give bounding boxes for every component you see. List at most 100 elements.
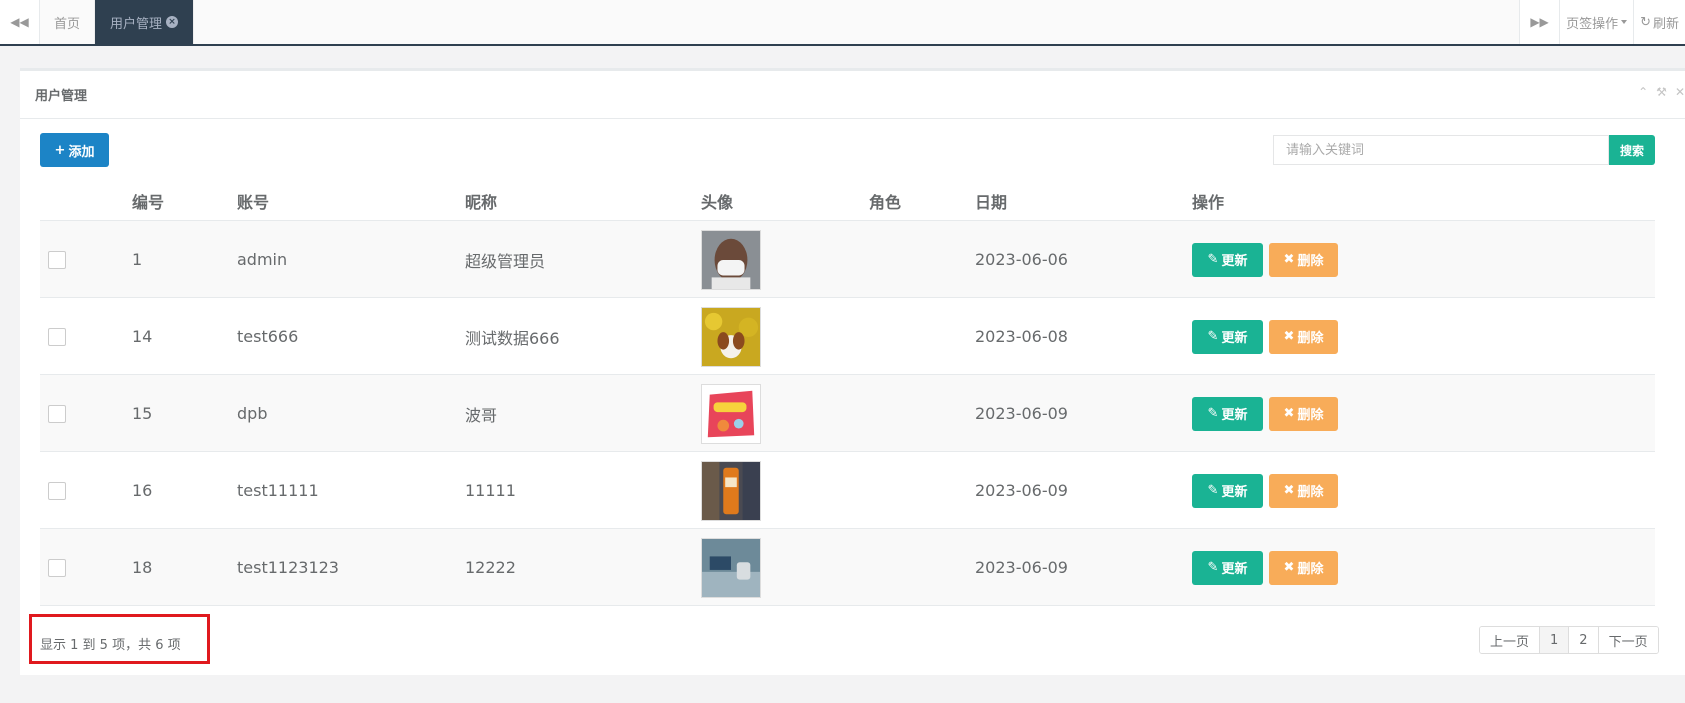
- column-header-account[interactable]: 账号: [237, 181, 269, 221]
- update-label: 更新: [1221, 485, 1248, 500]
- update-label: 更新: [1221, 254, 1248, 269]
- cell-date: 2023-06-06: [975, 250, 1068, 269]
- pagination: 上一页 1 2 下一页: [1479, 626, 1659, 654]
- delete-button[interactable]: ✖ 删除: [1269, 473, 1338, 508]
- update-button[interactable]: ✎ 更新: [1192, 242, 1263, 277]
- tab-home[interactable]: 首页: [40, 0, 96, 44]
- update-label: 更新: [1221, 331, 1248, 346]
- cell-nickname: 超级管理员: [465, 251, 546, 271]
- edit-icon: ✎: [1207, 406, 1219, 421]
- cell-nickname: 波哥: [465, 405, 498, 425]
- prev-page-button[interactable]: 上一页: [1480, 627, 1541, 653]
- cell-account: dpb: [237, 404, 268, 423]
- cell-nickname: 11111: [465, 481, 516, 500]
- tab-label: 首页: [54, 16, 81, 32]
- cell-date: 2023-06-09: [975, 481, 1068, 500]
- edit-icon: ✎: [1207, 560, 1219, 575]
- next-page-button[interactable]: 下一页: [1598, 627, 1658, 653]
- wrench-icon[interactable]: ⚒: [1656, 85, 1667, 99]
- edit-icon: ✎: [1207, 483, 1219, 498]
- update-button[interactable]: ✎ 更新: [1192, 396, 1263, 431]
- refresh-label: 刷新: [1652, 16, 1679, 32]
- search-button[interactable]: 搜索: [1609, 135, 1655, 165]
- table-row: 16 test11111 11111 2023-06-09 ✎ 更新 ✖ 删除: [40, 452, 1655, 529]
- tab-operations-label: 页签操作: [1566, 16, 1619, 32]
- delete-label: 删除: [1297, 254, 1324, 269]
- cell-date: 2023-06-09: [975, 558, 1068, 577]
- avatar-image: [701, 460, 761, 521]
- delete-button[interactable]: ✖ 删除: [1269, 242, 1338, 277]
- page-button-1[interactable]: 1: [1540, 627, 1570, 653]
- column-header-id[interactable]: 编号: [132, 181, 164, 221]
- row-checkbox[interactable]: [48, 250, 66, 269]
- row-checkbox[interactable]: [48, 481, 66, 500]
- plus-icon: +: [54, 142, 66, 158]
- times-icon: ✖: [1283, 483, 1295, 498]
- delete-button[interactable]: ✖ 删除: [1269, 550, 1338, 585]
- cell-nickname: 12222: [465, 558, 516, 577]
- update-button[interactable]: ✎ 更新: [1192, 473, 1263, 508]
- double-chevron-right-icon: ▶▶: [1530, 15, 1549, 29]
- close-icon[interactable]: ✕: [1675, 85, 1685, 99]
- avatar-image: [701, 537, 761, 598]
- search-button-label: 搜索: [1619, 143, 1644, 158]
- table-row: 18 test1123123 12222 2023-06-09 ✎ 更新 ✖ 删除: [40, 529, 1655, 606]
- delete-label: 删除: [1297, 562, 1324, 577]
- add-button[interactable]: + 添加: [40, 133, 109, 167]
- table-row: 14 test666 测试数据666 2023-06-08 ✎ 更新 ✖ 删除: [40, 298, 1655, 375]
- column-header-actions: 操作: [1192, 193, 1225, 212]
- row-checkbox[interactable]: [48, 404, 66, 423]
- tabs-scroll-left-button[interactable]: ◀◀: [0, 0, 40, 44]
- cell-account: admin: [237, 250, 288, 269]
- cell-account: test1123123: [237, 558, 339, 577]
- delete-label: 删除: [1297, 485, 1324, 500]
- user-table: 编号 账号 昵称 头像 角色 日期 操作 1 admin 超级管理员 2023-…: [40, 181, 1655, 606]
- update-button[interactable]: ✎ 更新: [1192, 550, 1263, 585]
- cell-id: 16: [132, 481, 153, 500]
- update-button[interactable]: ✎ 更新: [1192, 319, 1263, 354]
- cell-account: test666: [237, 327, 299, 346]
- cell-id: 18: [132, 558, 153, 577]
- search-input[interactable]: [1273, 135, 1609, 165]
- cell-account: test11111: [237, 481, 319, 500]
- table-row: 1 admin 超级管理员 2023-06-06 ✎ 更新 ✖ 删除: [40, 221, 1655, 298]
- user-management-panel: 用户管理 ⌃ ⚒ ✕ + 添加 搜索 编号 账号 昵称 头像 角色 日期 操作 …: [20, 68, 1685, 675]
- delete-button[interactable]: ✖ 删除: [1269, 319, 1338, 354]
- panel-title: 用户管理: [35, 89, 88, 104]
- times-icon: ✖: [1283, 560, 1295, 575]
- caret-down-icon: [1621, 20, 1628, 24]
- times-icon: ✖: [1283, 252, 1295, 267]
- tab-bar: ◀◀ 首页 用户管理 × ▶▶ 页签操作 ↻ 刷新: [0, 0, 1685, 46]
- edit-icon: ✎: [1207, 252, 1219, 267]
- panel-header: 用户管理 ⌃ ⚒ ✕: [20, 71, 1685, 119]
- tab-user-management[interactable]: 用户管理 ×: [95, 0, 195, 44]
- delete-label: 删除: [1297, 408, 1324, 423]
- collapse-icon[interactable]: ⌃: [1638, 85, 1648, 99]
- column-header-avatar[interactable]: 头像: [701, 181, 733, 221]
- delete-button[interactable]: ✖ 删除: [1269, 396, 1338, 431]
- avatar-image: [701, 229, 761, 290]
- row-checkbox[interactable]: [48, 558, 66, 577]
- column-header-role[interactable]: 角色: [869, 181, 901, 221]
- row-checkbox[interactable]: [48, 327, 66, 346]
- pagination-info: 显示 1 到 5 项，共 6 项: [40, 638, 181, 653]
- avatar-image: [701, 383, 761, 444]
- cell-date: 2023-06-08: [975, 327, 1068, 346]
- tab-label: 用户管理: [110, 16, 163, 32]
- refresh-tab-button[interactable]: ↻ 刷新: [1633, 0, 1685, 44]
- times-icon: ✖: [1283, 406, 1295, 421]
- column-header-nickname[interactable]: 昵称: [465, 181, 497, 221]
- tabs-scroll-right-button[interactable]: ▶▶: [1519, 0, 1560, 44]
- table-row: 15 dpb 波哥 2023-06-09 ✎ 更新 ✖ 删除: [40, 375, 1655, 452]
- times-icon: ✖: [1283, 329, 1295, 344]
- add-button-label: 添加: [68, 144, 95, 160]
- column-header-date[interactable]: 日期: [975, 181, 1007, 221]
- page-button-2[interactable]: 2: [1569, 627, 1599, 653]
- close-tab-icon[interactable]: ×: [166, 16, 179, 28]
- cell-nickname: 测试数据666: [465, 328, 560, 348]
- refresh-icon: ↻: [1640, 14, 1651, 30]
- page-tabs: 首页 用户管理 ×: [40, 0, 195, 44]
- tab-operations-dropdown[interactable]: 页签操作: [1559, 0, 1634, 44]
- cell-id: 1: [132, 250, 143, 269]
- panel-tools: ⌃ ⚒ ✕: [1638, 85, 1685, 99]
